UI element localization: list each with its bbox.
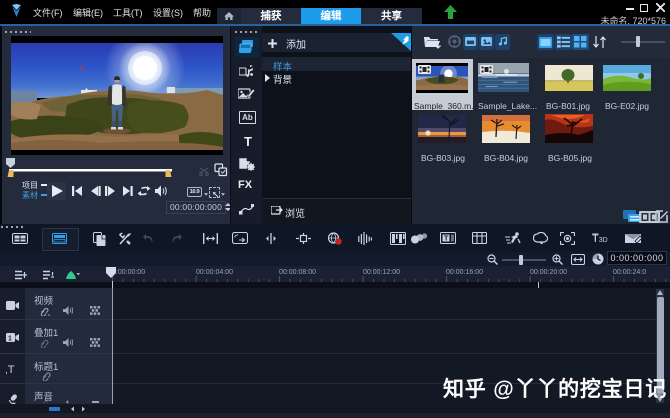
svg-text:T: T [444, 236, 449, 243]
svg-text:1: 1 [8, 336, 12, 343]
